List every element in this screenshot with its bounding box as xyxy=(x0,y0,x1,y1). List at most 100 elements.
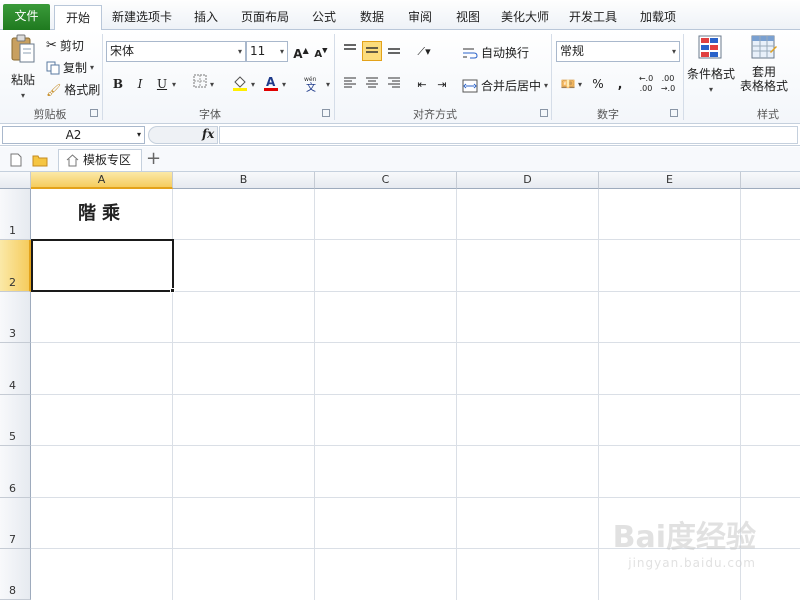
paste-label: 粘贴 xyxy=(10,73,35,87)
doc-tab-template-zone[interactable]: 模板专区 xyxy=(58,149,142,171)
tab-data[interactable]: 数据 xyxy=(350,5,394,30)
column-header-a[interactable]: A xyxy=(31,172,173,189)
font-name-select[interactable]: 宋体 ▾ xyxy=(106,41,246,62)
number-launcher-icon[interactable] xyxy=(670,109,678,117)
percent-style-button[interactable]: % xyxy=(588,74,608,94)
increase-decimal-icon: ←.0.00 xyxy=(638,74,654,93)
row-header-3[interactable]: 3 xyxy=(0,292,31,343)
underline-button[interactable]: U xyxy=(152,74,172,94)
row-number: 2 xyxy=(9,276,16,289)
conditional-format-icon xyxy=(698,35,722,59)
worksheet-grid[interactable]: A B C D E 1 2 3 4 5 6 7 8 階乘 Bai度经验 jing… xyxy=(0,172,800,600)
currency-icon: 💴 xyxy=(560,77,576,91)
tab-home[interactable]: 开始 xyxy=(54,5,102,31)
paste-button[interactable]: 粘贴 ▾ xyxy=(6,34,40,100)
font-launcher-icon[interactable] xyxy=(322,109,330,117)
cell-a1[interactable]: 階乘 xyxy=(31,189,173,239)
tab-review[interactable]: 审阅 xyxy=(398,5,442,30)
insert-function-icon[interactable]: fx xyxy=(202,127,214,141)
select-all-corner[interactable] xyxy=(0,172,31,189)
accounting-format-button[interactable]: 💴 xyxy=(558,74,578,94)
number-group-label: 数字 xyxy=(597,108,619,121)
conditional-format-button[interactable]: 条件格式 ▾ xyxy=(687,34,736,94)
font-size-select[interactable]: 11 ▾ xyxy=(246,41,288,62)
tab-developer[interactable]: 开发工具 xyxy=(562,5,624,30)
merge-cells-icon xyxy=(462,79,478,92)
row-header-6[interactable]: 6 xyxy=(0,446,31,498)
increase-indent-button[interactable]: ⇥ xyxy=(432,74,452,94)
column-header-e[interactable]: E xyxy=(599,172,741,189)
decrease-indent-icon: ⇤ xyxy=(417,78,427,91)
format-as-table-button[interactable]: 套用 表格格式 xyxy=(738,34,790,93)
tab-file[interactable]: 文件 xyxy=(3,4,50,30)
align-top-button[interactable] xyxy=(340,41,360,61)
phonetic-button[interactable]: wén 文 xyxy=(300,74,328,94)
svg-text:wén: wén xyxy=(304,76,317,83)
gridline xyxy=(31,342,800,343)
row-number: 1 xyxy=(9,224,16,237)
alignment-launcher-icon[interactable] xyxy=(540,109,548,117)
wrap-text-button[interactable]: 自动换行 xyxy=(462,44,529,61)
column-header-b[interactable]: B xyxy=(173,172,315,189)
fill-color-button[interactable] xyxy=(230,74,250,94)
italic-button[interactable]: I xyxy=(130,74,150,94)
gridline xyxy=(31,497,800,498)
column-header-f[interactable] xyxy=(741,172,800,189)
copy-button[interactable]: 复制 ▾ xyxy=(46,59,94,76)
active-cell-a2[interactable] xyxy=(31,239,174,292)
align-bottom-button[interactable] xyxy=(384,41,404,61)
open-folder-icon[interactable] xyxy=(32,153,48,167)
row-header-1[interactable]: 1 xyxy=(0,189,31,240)
group-divider xyxy=(334,34,335,120)
borders-button[interactable] xyxy=(190,74,210,94)
chevron-down-icon: ▾ xyxy=(544,81,549,90)
font-color-icon: A xyxy=(264,75,278,91)
row-header-8[interactable]: 8 xyxy=(0,549,31,600)
tab-formulas[interactable]: 公式 xyxy=(302,5,346,30)
bold-button[interactable]: B xyxy=(108,74,128,94)
svg-text:文: 文 xyxy=(306,81,316,92)
chevron-down-icon: ▾ xyxy=(671,47,676,56)
merge-center-label: 合并后居中 xyxy=(481,79,542,93)
alignment-group-label: 对齐方式 xyxy=(413,108,457,121)
clipboard-launcher-icon[interactable] xyxy=(90,109,98,117)
name-box[interactable]: A2 ▾ xyxy=(2,126,145,144)
row-number: 4 xyxy=(9,379,16,392)
grow-font-button[interactable]: A▲ xyxy=(291,41,311,61)
tab-insert[interactable]: 插入 xyxy=(184,5,228,30)
number-format-select[interactable]: 常规 ▾ xyxy=(556,41,680,62)
new-document-icon[interactable] xyxy=(10,153,22,167)
tab-addins[interactable]: 加载项 xyxy=(632,5,684,30)
tab-beautify[interactable]: 美化大师 xyxy=(494,5,556,30)
formula-input[interactable] xyxy=(219,126,798,144)
column-header-d[interactable]: D xyxy=(457,172,599,189)
align-center-button[interactable] xyxy=(362,74,382,94)
font-color-button[interactable]: A xyxy=(261,74,281,94)
font-group-label: 字体 xyxy=(199,108,221,121)
add-tab-button[interactable]: + xyxy=(146,148,161,169)
merge-center-button[interactable]: 合并后居中 ▾ xyxy=(462,77,548,94)
row-header-7[interactable]: 7 xyxy=(0,498,31,549)
comma-style-button[interactable]: , xyxy=(610,74,630,94)
conditional-format-label: 条件格式 xyxy=(687,67,736,81)
row-header-2[interactable]: 2 xyxy=(0,240,31,292)
row-header-4[interactable]: 4 xyxy=(0,343,31,395)
shrink-font-button[interactable]: A▼ xyxy=(311,41,331,61)
tab-page-layout[interactable]: 页面布局 xyxy=(234,5,296,30)
cut-button[interactable]: ✂ 剪切 xyxy=(46,37,84,54)
row-header-5[interactable]: 5 xyxy=(0,395,31,446)
tab-view[interactable]: 视图 xyxy=(446,5,490,30)
format-painter-button[interactable]: 🖌 格式刷 xyxy=(46,81,100,98)
decrease-decimal-button[interactable]: .00 →.0 xyxy=(658,74,678,94)
column-header-c[interactable]: C xyxy=(315,172,457,189)
row-number: 6 xyxy=(9,482,16,495)
increase-decimal-button[interactable]: ←.0.00 xyxy=(636,74,656,94)
chevron-down-icon: ▾ xyxy=(326,80,331,89)
align-right-button[interactable] xyxy=(384,74,404,94)
align-left-button[interactable] xyxy=(340,74,360,94)
align-middle-button[interactable] xyxy=(362,41,382,61)
fill-handle[interactable] xyxy=(170,288,175,293)
decrease-indent-button[interactable]: ⇤ xyxy=(412,74,432,94)
tab-new-tab[interactable]: 新建选项卡 xyxy=(106,5,178,30)
orientation-button[interactable]: ⟋▾ xyxy=(414,41,434,61)
